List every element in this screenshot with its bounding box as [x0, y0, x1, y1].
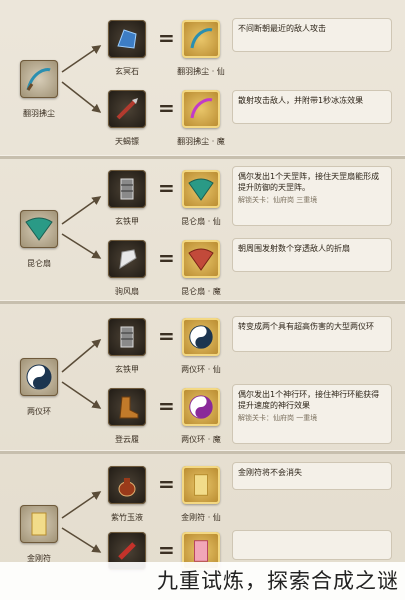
- equals-sign: =: [158, 324, 175, 348]
- effect-text: 转变成两个具有超高伤害的大型两仪环: [238, 322, 374, 331]
- material-label: 驹风扇: [115, 287, 139, 296]
- result-label: 金刚符 · 仙: [181, 513, 221, 522]
- fan-icon[interactable]: [20, 210, 58, 248]
- equals-sign: =: [158, 394, 175, 418]
- equals-sign: =: [158, 26, 175, 50]
- equals-sign: =: [158, 176, 175, 200]
- fan-icon[interactable]: [182, 170, 220, 208]
- result-label: 两仪环 · 魔: [181, 435, 221, 444]
- effect-description: 偶尔发出1个天罡阵，接住天罡扇能形成提升防御的天罡阵。 解锁关卡：仙府岗 三重境: [232, 166, 392, 226]
- material-label: 玄冥石: [115, 67, 139, 76]
- effect-text: 金刚符将不会消失: [238, 468, 302, 477]
- result-label: 翻羽拂尘 · 魔: [177, 137, 225, 146]
- effect-description: 不间断朝最近的敌人攻击: [232, 18, 392, 52]
- effect-description: 偶尔发出1个神行环，接住神行环能获得提升速度的神行效果 解锁关卡：仙府岗 一重境: [232, 384, 392, 444]
- teapot-icon[interactable]: [108, 466, 146, 504]
- talisman-icon[interactable]: [20, 505, 58, 543]
- result-label: 两仪环 · 仙: [181, 365, 221, 374]
- equals-sign: =: [158, 538, 175, 562]
- armor-icon[interactable]: [108, 170, 146, 208]
- effect-description: 朝周围发射数个穿透敌人的折扇: [232, 238, 392, 272]
- whisk-icon[interactable]: [20, 60, 58, 98]
- red-fan-icon[interactable]: [182, 240, 220, 278]
- effect-description: [232, 530, 392, 560]
- effect-description: 金刚符将不会消失: [232, 462, 392, 490]
- boots-icon[interactable]: [108, 388, 146, 426]
- crafting-guide-page: 翻羽拂尘 玄冥石 = 翻羽拂尘 · 仙 不间断朝最近的敌人攻击 天蝎镖 = 翻羽…: [0, 0, 405, 600]
- yinyang-icon[interactable]: [182, 318, 220, 356]
- talisman-icon[interactable]: [182, 466, 220, 504]
- equals-sign: =: [158, 472, 175, 496]
- purple-whisk-icon[interactable]: [182, 90, 220, 128]
- result-label: 翻羽拂尘 · 仙: [177, 67, 225, 76]
- feather-fan-icon[interactable]: [108, 240, 146, 278]
- material-label: 紫竹玉液: [111, 513, 143, 522]
- dart-icon[interactable]: [108, 90, 146, 128]
- blue-stone-icon[interactable]: [108, 20, 146, 58]
- equals-sign: =: [158, 246, 175, 270]
- section-divider: [0, 450, 405, 454]
- effect-text: 不间断朝最近的敌人攻击: [238, 24, 326, 33]
- material-label: 天蝎镖: [115, 137, 139, 146]
- effect-description: 散射攻击敌人，并附带1秒冰冻效果: [232, 90, 392, 124]
- section-divider: [0, 155, 405, 159]
- result-label: 昆仑扇 · 仙: [181, 217, 221, 226]
- section-divider: [0, 300, 405, 304]
- base-item-label: 翻羽拂尘: [23, 109, 55, 118]
- effect-text: 偶尔发出1个神行环，接住神行环能获得提升速度的神行效果: [238, 390, 380, 410]
- effect-text: 朝周围发射数个穿透敌人的折扇: [238, 244, 350, 253]
- material-label: 玄铁甲: [115, 365, 139, 374]
- unlock-stage-text: 解锁关卡：仙府岗 一重境: [238, 414, 318, 422]
- unlock-stage-text: 解锁关卡：仙府岗 三重境: [238, 196, 318, 204]
- material-label: 登云履: [115, 435, 139, 444]
- material-label: 玄铁甲: [115, 217, 139, 226]
- caption-banner: 九重试炼，探索合成之谜: [0, 562, 405, 600]
- yinyang-icon[interactable]: [20, 358, 58, 396]
- armor-icon[interactable]: [108, 318, 146, 356]
- base-item-label: 昆仑扇: [27, 259, 51, 268]
- effect-text: 偶尔发出1个天罡阵，接住天罡扇能形成提升防御的天罡阵。: [238, 172, 380, 192]
- whisk-icon[interactable]: [182, 20, 220, 58]
- purple-yinyang-icon[interactable]: [182, 388, 220, 426]
- effect-description: 转变成两个具有超高伤害的大型两仪环: [232, 316, 392, 352]
- effect-text: 散射攻击敌人，并附带1秒冰冻效果: [238, 96, 364, 105]
- equals-sign: =: [158, 96, 175, 120]
- base-item-label: 两仪环: [27, 407, 51, 416]
- result-label: 昆仑扇 · 魔: [181, 287, 221, 296]
